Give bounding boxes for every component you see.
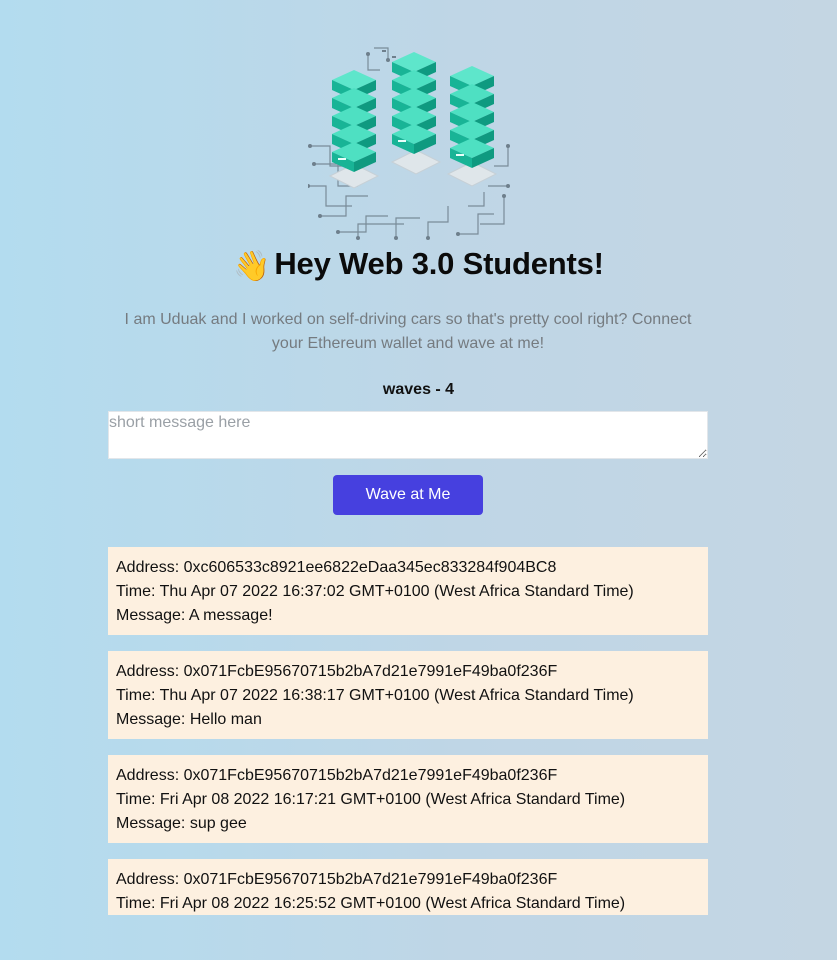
wave-card: Address: 0xc606533c8921ee6822eDaa345ec83… [108, 547, 708, 635]
message-input[interactable] [108, 411, 708, 459]
wave-card: Address: 0x071FcbE95670715b2bA7d21e7991e… [108, 651, 708, 739]
wave-card: Address: 0x071FcbE95670715b2bA7d21e7991e… [108, 755, 708, 843]
wave-message: Message: A message! [116, 607, 273, 624]
wave-time: Time: Fri Apr 08 2022 16:17:21 GMT+0100 … [116, 791, 626, 808]
wave-message: Message: Hello man [116, 711, 262, 728]
wave-message: Message: sup gee [116, 815, 247, 832]
waves-list: Address: 0xc606533c8921ee6822eDaa345ec83… [108, 547, 708, 931]
waving-hand-icon: 👋 [233, 250, 271, 283]
bio-text: I am Uduak and I worked on self-driving … [124, 311, 692, 352]
wave-time: Time: Thu Apr 07 2022 16:38:17 GMT+0100 … [116, 687, 634, 704]
wave-time: Time: Fri Apr 08 2022 16:25:52 GMT+0100 … [116, 895, 626, 912]
page-title: 👋 Hey Web 3.0 Students! [0, 246, 837, 284]
wave-address: Address: 0xc606533c8921ee6822eDaa345ec83… [116, 559, 557, 576]
wave-address: Address: 0x071FcbE95670715b2bA7d21e7991e… [116, 767, 558, 784]
wave-address: Address: 0x071FcbE95670715b2bA7d21e7991e… [116, 663, 558, 680]
wave-at-me-button[interactable]: Wave at Me [333, 475, 483, 515]
wave-time: Time: Thu Apr 07 2022 16:37:02 GMT+0100 … [116, 583, 634, 600]
wave-count: waves - 4 [382, 381, 455, 398]
server-racks-illustration [308, 47, 510, 240]
page-title-text: Hey Web 3.0 Students! [274, 246, 604, 281]
wave-card: Address: 0x071FcbE95670715b2bA7d21e7991e… [108, 859, 708, 915]
wave-address: Address: 0x071FcbE95670715b2bA7d21e7991e… [116, 871, 558, 888]
